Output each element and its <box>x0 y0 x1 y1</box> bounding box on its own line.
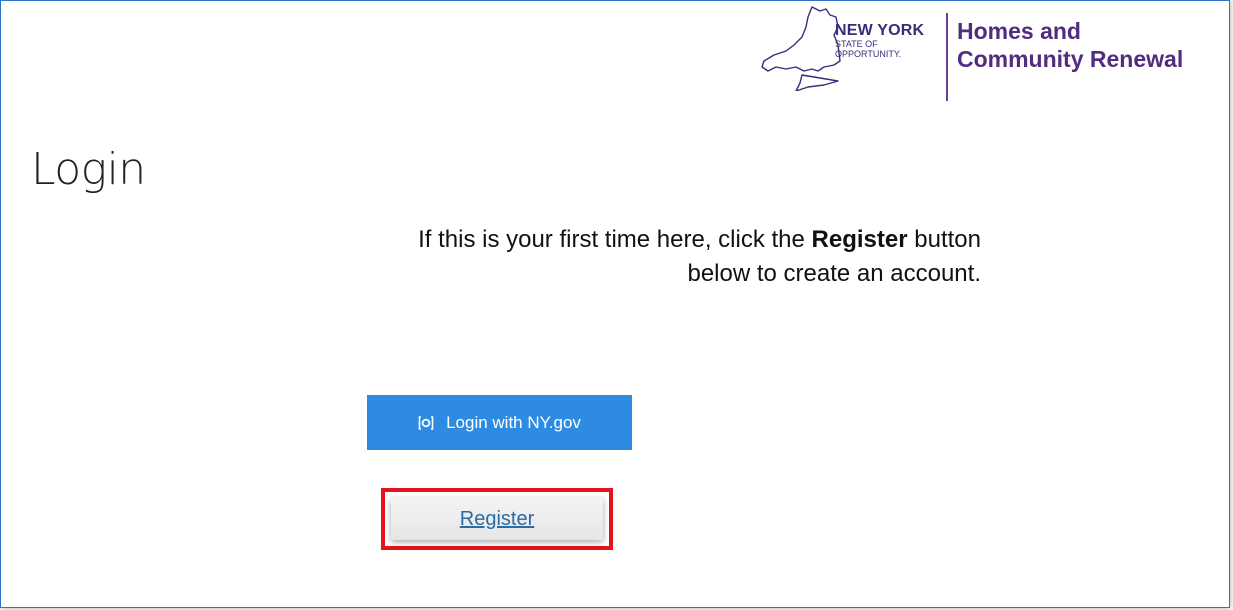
ny-state-map-icon <box>761 6 841 91</box>
instructions: If this is your first time here, click t… <box>121 223 981 291</box>
instruction-line2: below to create an account. <box>687 260 981 287</box>
login-nygov-label: Login with NY.gov <box>446 412 581 432</box>
instruction-part2: button <box>907 226 981 253</box>
ny-line1: NEW YORK <box>835 22 925 39</box>
instruction-line1: If this is your first time here, click t… <box>121 223 981 257</box>
page-title: Login <box>31 144 146 195</box>
ny-wordmark: NEW YORK STATE OF OPPORTUNITY. <box>835 22 935 60</box>
logo-divider <box>946 13 948 101</box>
register-button[interactable]: Register <box>391 498 603 540</box>
agency-name: Homes and Community Renewal <box>957 17 1183 73</box>
agency-line2: Community Renewal <box>957 46 1184 72</box>
ny-line2: STATE OF <box>835 39 878 49</box>
register-link[interactable]: Register <box>460 508 534 531</box>
agency-line1: Homes and <box>957 18 1081 44</box>
ny-line3: OPPORTUNITY. <box>835 49 902 59</box>
nygov-login-icon <box>418 415 434 431</box>
instruction-part1: If this is your first time here, click t… <box>418 226 812 253</box>
instruction-register-bold: Register <box>811 226 908 253</box>
register-highlight-box: Register <box>381 488 613 550</box>
page-frame: NEW YORK STATE OF OPPORTUNITY. Homes and… <box>0 0 1230 608</box>
login-nygov-button[interactable]: Login with NY.gov <box>367 395 632 450</box>
